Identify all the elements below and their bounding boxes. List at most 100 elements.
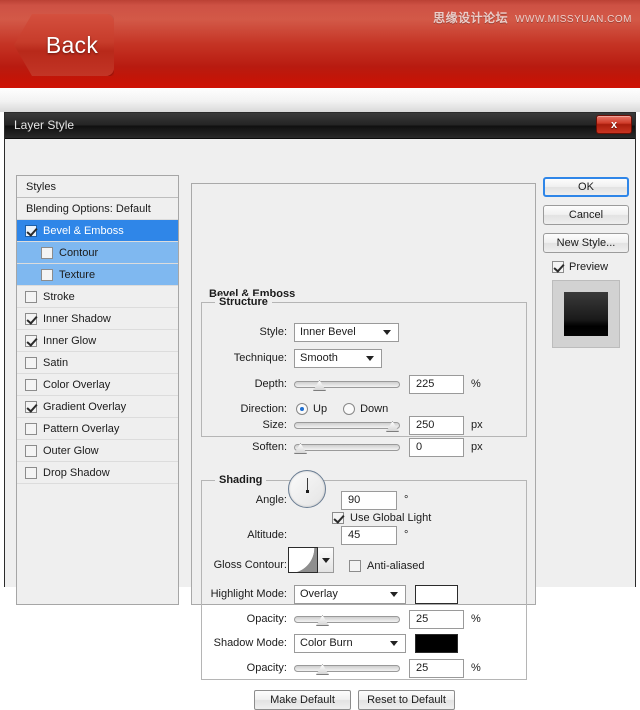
use-global-light-row[interactable]: Use Global Light <box>332 509 431 527</box>
dialog-title: Layer Style <box>14 118 75 132</box>
depth-unit: % <box>471 378 481 390</box>
checkbox-contour[interactable] <box>41 246 53 259</box>
checkbox-texture[interactable] <box>41 268 53 281</box>
sidebar-item-satin[interactable]: Satin <box>17 352 178 374</box>
size-label: Size: <box>262 419 287 431</box>
radio-direction-down[interactable] <box>343 403 356 415</box>
angle-dial-center <box>305 490 309 493</box>
angle-dial[interactable] <box>288 470 326 508</box>
gloss-contour-dropdown-button[interactable] <box>318 547 334 573</box>
close-icon[interactable]: x <box>596 115 632 134</box>
checkbox-stroke[interactable] <box>25 290 37 303</box>
sidebar-item-label: Inner Shadow <box>43 312 111 325</box>
size-input[interactable]: 250 <box>409 415 464 435</box>
sidebar-item-drop-shadow[interactable]: Drop Shadow <box>17 462 178 484</box>
watermark-chinese-text: 思缘设计论坛 <box>433 11 509 25</box>
soften-slider[interactable] <box>294 440 400 454</box>
size-row: Size: 250 px <box>215 415 483 435</box>
checkbox-color-overlay[interactable] <box>25 378 37 391</box>
angle-input[interactable]: 90 <box>341 490 397 510</box>
make-default-button[interactable]: Make Default <box>254 690 351 710</box>
preview-thumbnail <box>552 280 620 348</box>
sidebar-item-inner-shadow[interactable]: Inner Shadow <box>17 308 178 330</box>
reset-to-default-button[interactable]: Reset to Default <box>358 690 455 710</box>
checkbox-pattern-overlay[interactable] <box>25 422 37 435</box>
style-select[interactable]: Inner Bevel <box>294 322 399 342</box>
shadow-opacity-slider[interactable] <box>294 661 400 675</box>
shadow-color-swatch[interactable] <box>415 633 458 653</box>
highlight-mode-select[interactable]: Overlay <box>294 584 406 604</box>
sidebar-item-label: Inner Glow <box>43 334 97 347</box>
sidebar-item-contour[interactable]: Contour <box>17 242 178 264</box>
layer-style-dialog: Layer Style x Styles Blending Options: D… <box>4 112 636 710</box>
technique-label: Technique: <box>233 352 287 364</box>
shadow-mode-select-value: Color Burn <box>300 637 353 649</box>
sidebar-item-label: Contour <box>59 246 99 259</box>
shadow-opacity-input[interactable]: 25 <box>409 658 464 678</box>
sidebar-item-blending-options[interactable]: Blending Options: Default <box>17 198 178 220</box>
anti-aliased-row[interactable]: Anti-aliased <box>349 557 424 575</box>
technique-select[interactable]: Smooth <box>294 348 382 368</box>
depth-input[interactable]: 225 <box>409 374 464 394</box>
radio-direction-up[interactable] <box>296 403 308 415</box>
dialog-titlebar[interactable]: Layer Style x <box>5 113 635 139</box>
style-label: Style: <box>259 326 287 338</box>
highlight-opacity-input[interactable]: 25 <box>409 609 464 629</box>
angle-unit: ° <box>404 494 409 506</box>
use-global-light-label: Use Global Light <box>350 512 432 524</box>
sidebar-item-stroke[interactable]: Stroke <box>17 286 178 308</box>
gloss-contour-thumbnail[interactable] <box>288 547 318 573</box>
new-style-button[interactable]: New Style... <box>543 233 629 253</box>
styles-list-header: Styles <box>17 176 178 198</box>
sidebar-item-label: Gradient Overlay <box>43 400 127 413</box>
structure-group-title: Structure <box>215 296 272 308</box>
soften-input[interactable]: 0 <box>409 437 464 457</box>
sidebar-item-inner-glow[interactable]: Inner Glow <box>17 330 178 352</box>
checkbox-outer-glow[interactable] <box>25 444 37 457</box>
shadow-mode-select[interactable]: Color Burn <box>294 633 406 653</box>
checkbox-drop-shadow[interactable] <box>25 466 37 479</box>
styles-list-panel: Styles Blending Options: Default Bevel &… <box>16 175 179 605</box>
checkbox-bevel-emboss[interactable] <box>25 224 37 237</box>
shading-group-title: Shading <box>215 474 267 486</box>
highlight-color-swatch[interactable] <box>415 584 458 604</box>
preview-label: Preview <box>569 261 609 273</box>
depth-slider-track <box>294 381 400 388</box>
checkbox-anti-aliased[interactable] <box>349 560 361 572</box>
highlight-mode-row: Highlight Mode: Overlay <box>203 584 458 604</box>
angle-label: Angle: <box>255 494 287 506</box>
ok-button[interactable]: OK <box>543 177 629 197</box>
depth-slider[interactable] <box>294 377 400 391</box>
page-banner: Back 思缘设计论坛 WWW.MISSYUAN.COM <box>0 0 640 88</box>
depth-label: Depth: <box>254 378 287 390</box>
sidebar-item-bevel-emboss[interactable]: Bevel & Emboss <box>17 220 178 242</box>
checkbox-gradient-overlay[interactable] <box>25 400 37 413</box>
style-row: Style: Inner Bevel <box>215 322 399 342</box>
sidebar-item-color-overlay[interactable]: Color Overlay <box>17 374 178 396</box>
checkbox-inner-glow[interactable] <box>25 334 37 347</box>
anti-aliased-label: Anti-aliased <box>367 560 425 572</box>
sidebar-item-gradient-overlay[interactable]: Gradient Overlay <box>17 396 178 418</box>
size-slider-track <box>294 422 400 429</box>
shadow-opacity-unit: % <box>471 662 481 674</box>
shadow-opacity-row: Opacity: 25 % <box>203 658 481 678</box>
checkbox-satin[interactable] <box>25 356 37 369</box>
highlight-opacity-slider[interactable] <box>294 612 400 626</box>
sidebar-item-pattern-overlay[interactable]: Pattern Overlay <box>17 418 178 440</box>
sidebar-item-label: Satin <box>43 356 69 369</box>
cancel-button[interactable]: Cancel <box>543 205 629 225</box>
altitude-input[interactable]: 45 <box>341 525 397 545</box>
style-select-value: Inner Bevel <box>300 326 356 338</box>
checkbox-preview[interactable] <box>552 261 564 273</box>
soften-label: Soften: <box>252 441 287 453</box>
size-unit: px <box>471 419 483 431</box>
chevron-down-icon <box>321 557 330 563</box>
preview-toggle-row[interactable]: Preview <box>552 261 631 273</box>
checkbox-inner-shadow[interactable] <box>25 312 37 325</box>
sidebar-item-outer-glow[interactable]: Outer Glow <box>17 440 178 462</box>
checkbox-use-global-light[interactable] <box>332 512 344 524</box>
sidebar-item-texture[interactable]: Texture <box>17 264 178 286</box>
sidebar-item-label: Color Overlay <box>43 378 111 391</box>
direction-up-label: Up <box>313 403 328 415</box>
size-slider[interactable] <box>294 418 400 432</box>
